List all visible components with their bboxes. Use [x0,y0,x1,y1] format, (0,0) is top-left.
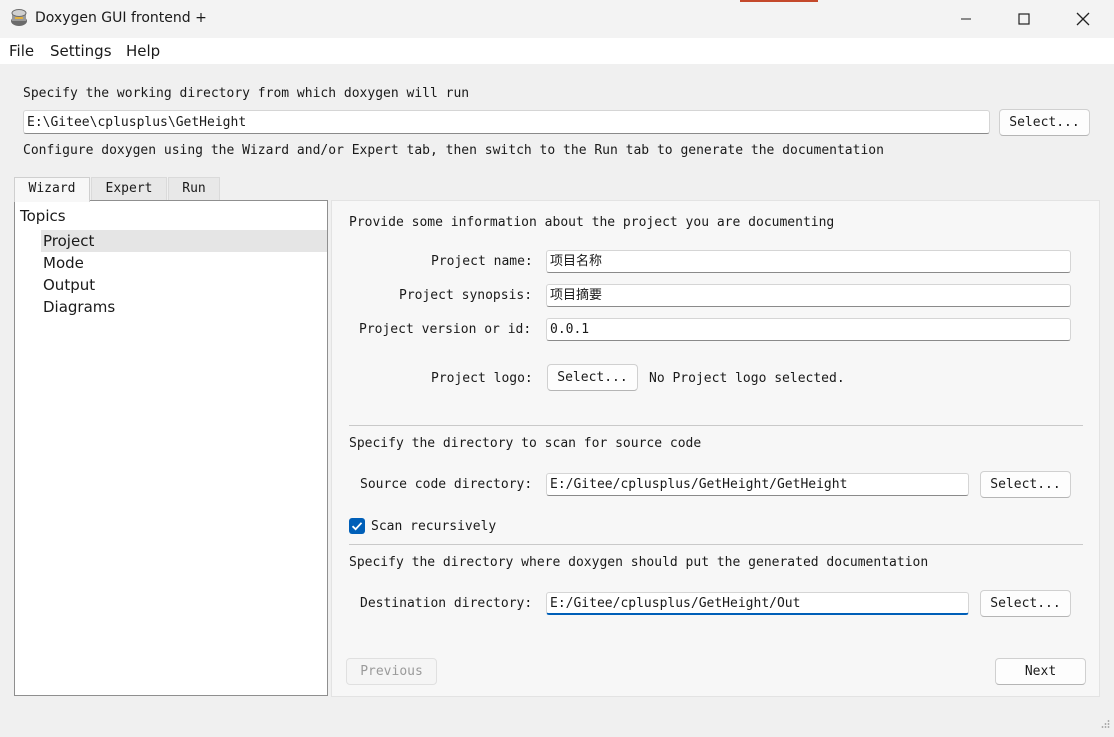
minimize-button[interactable] [937,0,995,38]
topic-mode[interactable]: Mode [43,254,84,272]
menu-file[interactable]: File [9,42,34,60]
close-icon [1076,12,1090,26]
menu-help[interactable]: Help [126,42,160,60]
window-title: Doxygen GUI frontend + [35,10,207,26]
destination-intro: Specify the directory where doxygen shou… [349,555,929,570]
project-intro: Provide some information about the proje… [349,215,835,230]
workdir-input[interactable]: E:\Gitee\cplusplus\GetHeight [23,110,990,134]
source-intro: Specify the directory to scan for source… [349,436,702,451]
source-dir-input[interactable]: E:/Gitee/cplusplus/GetHeight/GetHeight [546,473,969,496]
resize-grip-icon[interactable] [1100,718,1110,733]
destination-dir-input[interactable]: E:/Gitee/cplusplus/GetHeight/Out [546,592,969,615]
project-name-label: Project name: [431,254,533,269]
project-version-label: Project version or id: [359,322,532,337]
scan-recursively-label[interactable]: Scan recursively [371,519,496,534]
project-synopsis-label: Project synopsis: [399,288,533,303]
doxygen-app-icon [9,8,29,28]
topics-panel [14,200,328,696]
maximize-button[interactable] [995,0,1053,38]
next-button[interactable]: Next [995,658,1086,685]
project-synopsis-input[interactable]: 项目摘要 [546,284,1071,307]
topic-diagrams[interactable]: Diagrams [43,298,115,316]
previous-button[interactable]: Previous [346,658,437,685]
topics-header[interactable]: Topics [20,207,66,225]
menu-bar [0,38,1114,64]
tab-run[interactable]: Run [168,177,220,201]
topic-output[interactable]: Output [43,276,95,294]
menu-settings[interactable]: Settings [50,42,112,60]
checkmark-icon [351,522,363,531]
scan-recursively-checkbox[interactable] [349,518,365,534]
workdir-label: Specify the working directory from which… [23,86,470,101]
project-logo-status: No Project logo selected. [649,371,845,386]
tab-wizard[interactable]: Wizard [14,177,90,202]
workdir-hint: Configure doxygen using the Wizard and/o… [23,143,884,158]
maximize-icon [1018,13,1030,25]
source-dir-select-button[interactable]: Select... [980,471,1071,498]
project-logo-label: Project logo: [431,371,533,386]
separator [349,425,1083,426]
project-version-input[interactable]: 0.0.1 [546,318,1071,341]
source-dir-label: Source code directory: [360,477,533,492]
title-accent-strip [740,0,818,2]
separator [349,544,1083,545]
close-button[interactable] [1054,0,1112,38]
workdir-select-button[interactable]: Select... [999,109,1090,136]
tab-expert[interactable]: Expert [91,177,167,201]
minimize-icon [961,18,971,20]
project-logo-select-button[interactable]: Select... [547,364,638,391]
project-name-input[interactable]: 项目名称 [546,250,1071,273]
destination-dir-select-button[interactable]: Select... [980,590,1071,617]
topic-project[interactable]: Project [43,232,94,250]
destination-dir-label: Destination directory: [360,596,533,611]
